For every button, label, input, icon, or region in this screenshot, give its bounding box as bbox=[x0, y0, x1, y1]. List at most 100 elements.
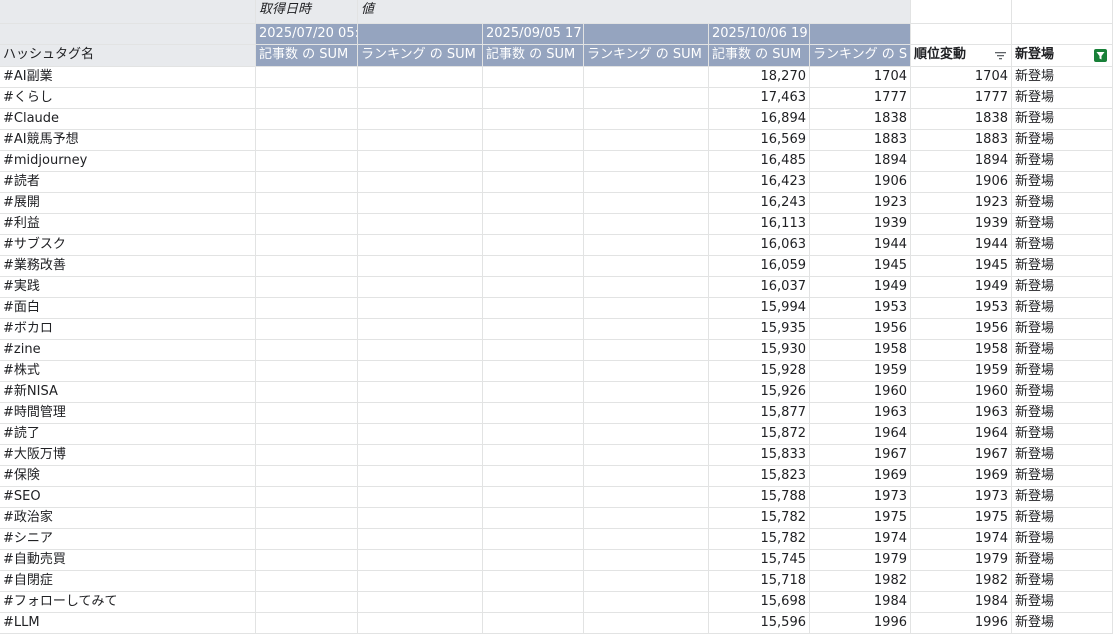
hashtag-cell[interactable]: #AI副業 bbox=[0, 67, 256, 88]
count-cell[interactable]: 15,596 bbox=[709, 613, 810, 634]
count-cell[interactable]: 15,788 bbox=[709, 487, 810, 508]
empty-cell[interactable] bbox=[358, 592, 483, 613]
count-cell[interactable]: 15,872 bbox=[709, 424, 810, 445]
rank-change-cell[interactable]: 1967 bbox=[911, 445, 1012, 466]
new-entry-cell[interactable]: 新登場 bbox=[1012, 256, 1113, 277]
empty-cell[interactable] bbox=[358, 571, 483, 592]
rank-cell[interactable]: 1777 bbox=[810, 88, 911, 109]
rank-change-cell[interactable]: 1984 bbox=[911, 592, 1012, 613]
empty-cell[interactable] bbox=[256, 319, 358, 340]
empty-cell[interactable] bbox=[483, 403, 584, 424]
empty-cell[interactable] bbox=[358, 172, 483, 193]
rank-change-cell[interactable]: 1960 bbox=[911, 382, 1012, 403]
count-cell[interactable]: 16,113 bbox=[709, 214, 810, 235]
count-cell[interactable]: 17,463 bbox=[709, 88, 810, 109]
rank-cell[interactable]: 1906 bbox=[810, 172, 911, 193]
rank-change-cell[interactable]: 1996 bbox=[911, 613, 1012, 634]
empty-cell[interactable] bbox=[483, 172, 584, 193]
empty-cell[interactable] bbox=[483, 529, 584, 550]
empty-cell[interactable] bbox=[256, 508, 358, 529]
rank-change-cell[interactable]: 1923 bbox=[911, 193, 1012, 214]
new-entry-cell[interactable]: 新登場 bbox=[1012, 487, 1113, 508]
count-cell[interactable]: 15,930 bbox=[709, 340, 810, 361]
empty-cell[interactable] bbox=[358, 529, 483, 550]
empty-cell[interactable] bbox=[483, 613, 584, 634]
empty-cell[interactable] bbox=[911, 0, 1012, 24]
hashtag-cell[interactable]: #ボカロ bbox=[0, 319, 256, 340]
empty-cell[interactable] bbox=[584, 88, 709, 109]
new-entry-cell[interactable]: 新登場 bbox=[1012, 193, 1113, 214]
hashtag-cell[interactable]: #LLM bbox=[0, 613, 256, 634]
rank-cell[interactable]: 1974 bbox=[810, 529, 911, 550]
hashtag-cell[interactable]: #Claude bbox=[0, 109, 256, 130]
empty-cell[interactable] bbox=[256, 466, 358, 487]
hashtag-cell[interactable]: #大阪万博 bbox=[0, 445, 256, 466]
rank-cell[interactable]: 1964 bbox=[810, 424, 911, 445]
rank-change-cell[interactable]: 1949 bbox=[911, 277, 1012, 298]
empty-cell[interactable] bbox=[584, 298, 709, 319]
empty-cell[interactable] bbox=[483, 361, 584, 382]
new-entry-cell[interactable]: 新登場 bbox=[1012, 172, 1113, 193]
empty-cell[interactable] bbox=[358, 214, 483, 235]
rank-change-header[interactable]: 順位変動 bbox=[911, 45, 1012, 67]
new-entry-cell[interactable]: 新登場 bbox=[1012, 340, 1113, 361]
rank-cell[interactable]: 1949 bbox=[810, 277, 911, 298]
count-cell[interactable]: 15,823 bbox=[709, 466, 810, 487]
empty-cell[interactable] bbox=[1012, 24, 1113, 45]
rank-change-cell[interactable]: 1777 bbox=[911, 88, 1012, 109]
hashtag-cell[interactable]: #フォローしてみて bbox=[0, 592, 256, 613]
new-entry-cell[interactable]: 新登場 bbox=[1012, 130, 1113, 151]
rank-cell[interactable]: 1838 bbox=[810, 109, 911, 130]
new-entry-cell[interactable]: 新登場 bbox=[1012, 466, 1113, 487]
hashtag-cell[interactable]: #サブスク bbox=[0, 235, 256, 256]
empty-cell[interactable] bbox=[483, 508, 584, 529]
empty-cell[interactable] bbox=[483, 424, 584, 445]
new-entry-cell[interactable]: 新登場 bbox=[1012, 424, 1113, 445]
rank-cell[interactable]: 1967 bbox=[810, 445, 911, 466]
empty-cell[interactable] bbox=[256, 256, 358, 277]
empty-cell[interactable] bbox=[358, 88, 483, 109]
rank-change-cell[interactable]: 1953 bbox=[911, 298, 1012, 319]
count-cell[interactable]: 18,270 bbox=[709, 67, 810, 88]
date-header-blank[interactable] bbox=[810, 24, 911, 45]
empty-cell[interactable] bbox=[584, 424, 709, 445]
new-entry-cell[interactable]: 新登場 bbox=[1012, 613, 1113, 634]
empty-cell[interactable] bbox=[584, 550, 709, 571]
empty-cell[interactable] bbox=[584, 445, 709, 466]
empty-cell[interactable] bbox=[483, 214, 584, 235]
empty-cell[interactable] bbox=[256, 130, 358, 151]
empty-cell[interactable] bbox=[584, 277, 709, 298]
rank-change-cell[interactable]: 1838 bbox=[911, 109, 1012, 130]
count-cell[interactable]: 15,928 bbox=[709, 361, 810, 382]
count-cell[interactable]: 16,037 bbox=[709, 277, 810, 298]
empty-cell[interactable] bbox=[584, 508, 709, 529]
empty-cell[interactable] bbox=[483, 340, 584, 361]
value-field-label[interactable]: 値 bbox=[358, 0, 911, 24]
empty-cell[interactable] bbox=[358, 613, 483, 634]
hashtag-cell[interactable]: #シニア bbox=[0, 529, 256, 550]
empty-cell[interactable] bbox=[256, 214, 358, 235]
empty-cell[interactable] bbox=[358, 193, 483, 214]
rank-change-cell[interactable]: 1883 bbox=[911, 130, 1012, 151]
empty-cell[interactable] bbox=[256, 487, 358, 508]
col-header-rank[interactable]: ランキング の SUM bbox=[584, 45, 709, 67]
count-cell[interactable]: 15,833 bbox=[709, 445, 810, 466]
empty-cell[interactable] bbox=[483, 67, 584, 88]
sort-filter-icon[interactable] bbox=[994, 49, 1007, 62]
rank-cell[interactable]: 1975 bbox=[810, 508, 911, 529]
hashtag-cell[interactable]: #読者 bbox=[0, 172, 256, 193]
rank-change-cell[interactable]: 1979 bbox=[911, 550, 1012, 571]
rank-cell[interactable]: 1963 bbox=[810, 403, 911, 424]
filter-funnel-icon[interactable] bbox=[1094, 49, 1107, 62]
corner-cell[interactable] bbox=[0, 24, 256, 45]
empty-cell[interactable] bbox=[483, 235, 584, 256]
empty-cell[interactable] bbox=[358, 487, 483, 508]
rank-change-cell[interactable]: 1894 bbox=[911, 151, 1012, 172]
date-header-blank[interactable] bbox=[358, 24, 483, 45]
hashtag-cell[interactable]: #SEO bbox=[0, 487, 256, 508]
new-entry-cell[interactable]: 新登場 bbox=[1012, 298, 1113, 319]
empty-cell[interactable] bbox=[911, 24, 1012, 45]
count-cell[interactable]: 16,059 bbox=[709, 256, 810, 277]
date-header[interactable]: 2025/10/06 19:1 bbox=[709, 24, 810, 45]
empty-cell[interactable] bbox=[256, 298, 358, 319]
